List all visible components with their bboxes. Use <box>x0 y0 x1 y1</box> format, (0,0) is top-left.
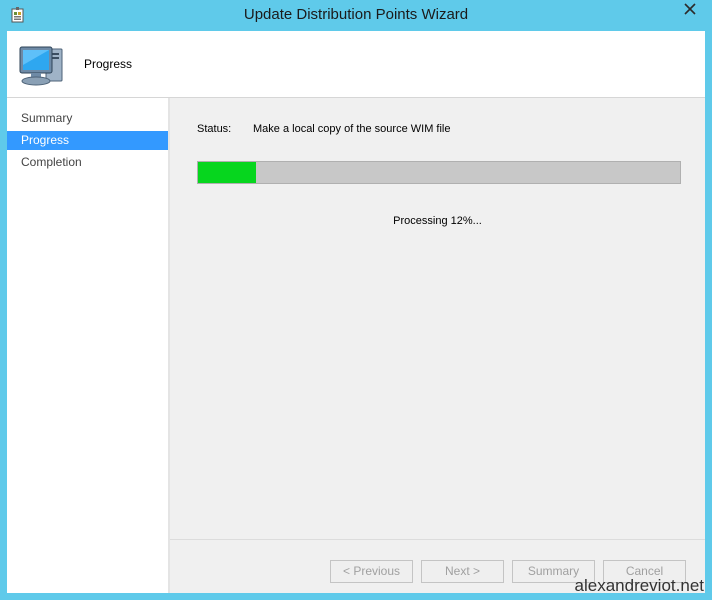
watermark: alexandreviot.net <box>574 576 704 595</box>
computer-icon <box>16 41 68 89</box>
nav-item-completion[interactable]: Completion <box>7 153 168 172</box>
wizard-nav: Summary Progress Completion <box>7 98 168 593</box>
close-icon <box>684 2 696 20</box>
progress-bar-fill <box>198 162 256 183</box>
nav-item-progress[interactable]: Progress <box>7 131 168 150</box>
button-area-divider <box>170 539 705 540</box>
title-bar[interactable]: Update Distribution Points Wizard <box>0 0 712 31</box>
status-text: Make a local copy of the source WIM file <box>253 123 451 135</box>
nav-item-summary[interactable]: Summary <box>7 109 168 128</box>
progress-bar <box>197 161 681 184</box>
wizard-window: Update Distribution Points Wizard Progre… <box>0 0 712 600</box>
window-title: Update Distribution Points Wizard <box>243 6 469 23</box>
next-button[interactable]: Next > <box>421 560 504 583</box>
wizard-client-area: Progress Summary Progress Completion Sta… <box>7 31 705 593</box>
page-title: Progress <box>84 57 133 71</box>
close-button[interactable] <box>673 1 707 21</box>
status-label: Status: <box>197 123 232 135</box>
progress-page: Status: Make a local copy of the source … <box>170 98 705 541</box>
progress-caption: Processing 12%... <box>393 215 482 227</box>
previous-button[interactable]: < Previous <box>330 560 413 583</box>
wizard-header: Progress <box>7 31 705 98</box>
